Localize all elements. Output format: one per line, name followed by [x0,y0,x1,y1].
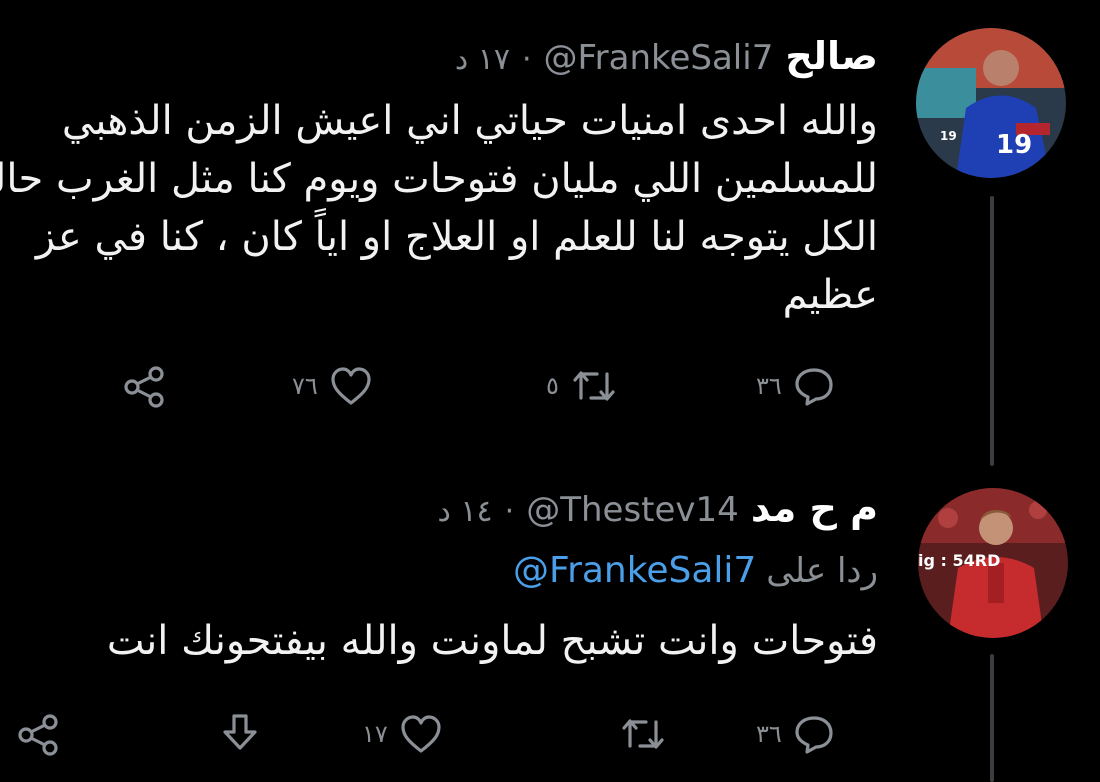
reply-button[interactable]: ٣٦ [756,712,836,756]
share-icon [122,364,168,410]
retweet-icon [618,712,668,756]
tweet-header: صالح @FrankeSali7 · ١٧ د [455,34,878,78]
like-count: ١٧ [362,720,388,748]
like-icon [398,712,444,756]
separator-dot: · [504,494,515,529]
retweet-icon [569,364,619,408]
thread-line [990,196,994,466]
reply-button[interactable]: ٣٦ [756,364,836,408]
share-button[interactable] [16,712,62,758]
timeline: 19 19 صالح @FrankeSali7 · ١٧ د والله احد… [0,0,1100,782]
share-button[interactable] [122,364,168,410]
like-icon [328,364,374,408]
share-icon [16,712,62,758]
reply-count: ٣٦ [756,720,782,748]
replying-to-handle[interactable]: @FrankeSali7 [513,550,756,591]
tweet-text-line: فتوحات وانت تشبح لماونت والله بيفتحونك ا… [106,618,878,664]
retweet-button[interactable]: ٥ [546,364,619,408]
download-button[interactable] [218,710,262,756]
tweet-text: فتوحات وانت تشبح لماونت والله بيفتحونك ا… [107,612,878,670]
timestamp[interactable]: ١٤ د [438,494,493,529]
tweet-text: والله احدى امنيات حياتي اني اعيش الزمن ا… [0,92,878,324]
display-name[interactable]: صالح [785,34,878,78]
reply-icon [792,364,836,408]
like-button[interactable]: ١٧ [362,712,444,756]
retweet-button[interactable] [618,712,668,756]
like-count: ٧٦ [292,372,318,400]
avatar[interactable]: 19 19 [916,28,1066,178]
separator-dot: · [522,42,532,77]
tweet-header: م ح مد @Thestev14 · ١٤ د [438,486,878,530]
reply-count: ٣٦ [756,372,782,400]
replying-to: ردا على @FrankeSali7 [513,550,878,591]
tweet-text-line: عظيم [782,272,878,318]
timestamp[interactable]: ١٧ د [455,42,510,77]
avatar[interactable]: ig : 54RD [918,488,1068,638]
retweet-count: ٥ [546,372,559,400]
like-button[interactable]: ٧٦ [292,364,374,408]
replying-to-label: ردا على [766,551,878,591]
thread-line [990,654,994,782]
display-name[interactable]: م ح مد [751,486,878,530]
tweet-text-line: الكل يتوجه لنا للعلم او العلاج او اياً ك… [35,214,878,260]
svg-text:19: 19 [996,130,1032,160]
svg-text:19: 19 [940,129,957,143]
download-icon [218,710,262,756]
avatar-watermark: ig : 54RD [918,551,1000,570]
reply-icon [792,712,836,756]
tweet-text-line: والله احدى امنيات حياتي اني اعيش الزمن ا… [61,98,878,144]
user-handle[interactable]: @FrankeSali7 [544,38,774,78]
user-handle[interactable]: @Thestev14 [526,490,739,530]
tweet-text-line: للمسلمين اللي مليان فتوحات ويوم كنا مثل … [0,156,878,202]
